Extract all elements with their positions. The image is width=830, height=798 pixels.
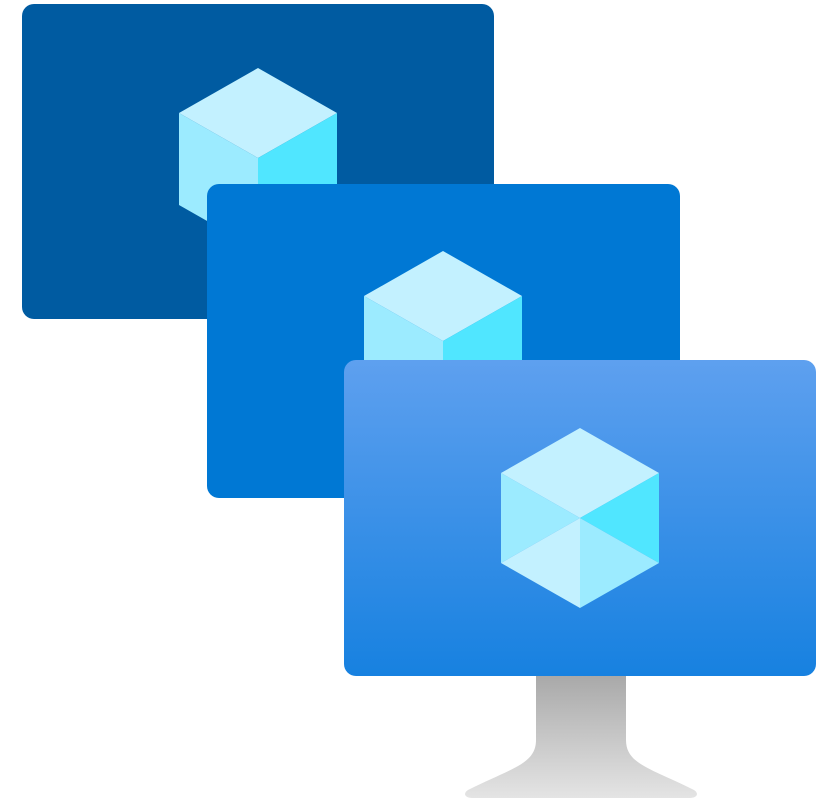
vm-scale-set-icon-canvas <box>0 0 830 798</box>
virtual-machine-scale-set-icon <box>22 4 816 798</box>
front-monitor <box>344 360 816 676</box>
monitor-stand <box>465 676 697 798</box>
front-monitor-stand <box>465 676 697 798</box>
